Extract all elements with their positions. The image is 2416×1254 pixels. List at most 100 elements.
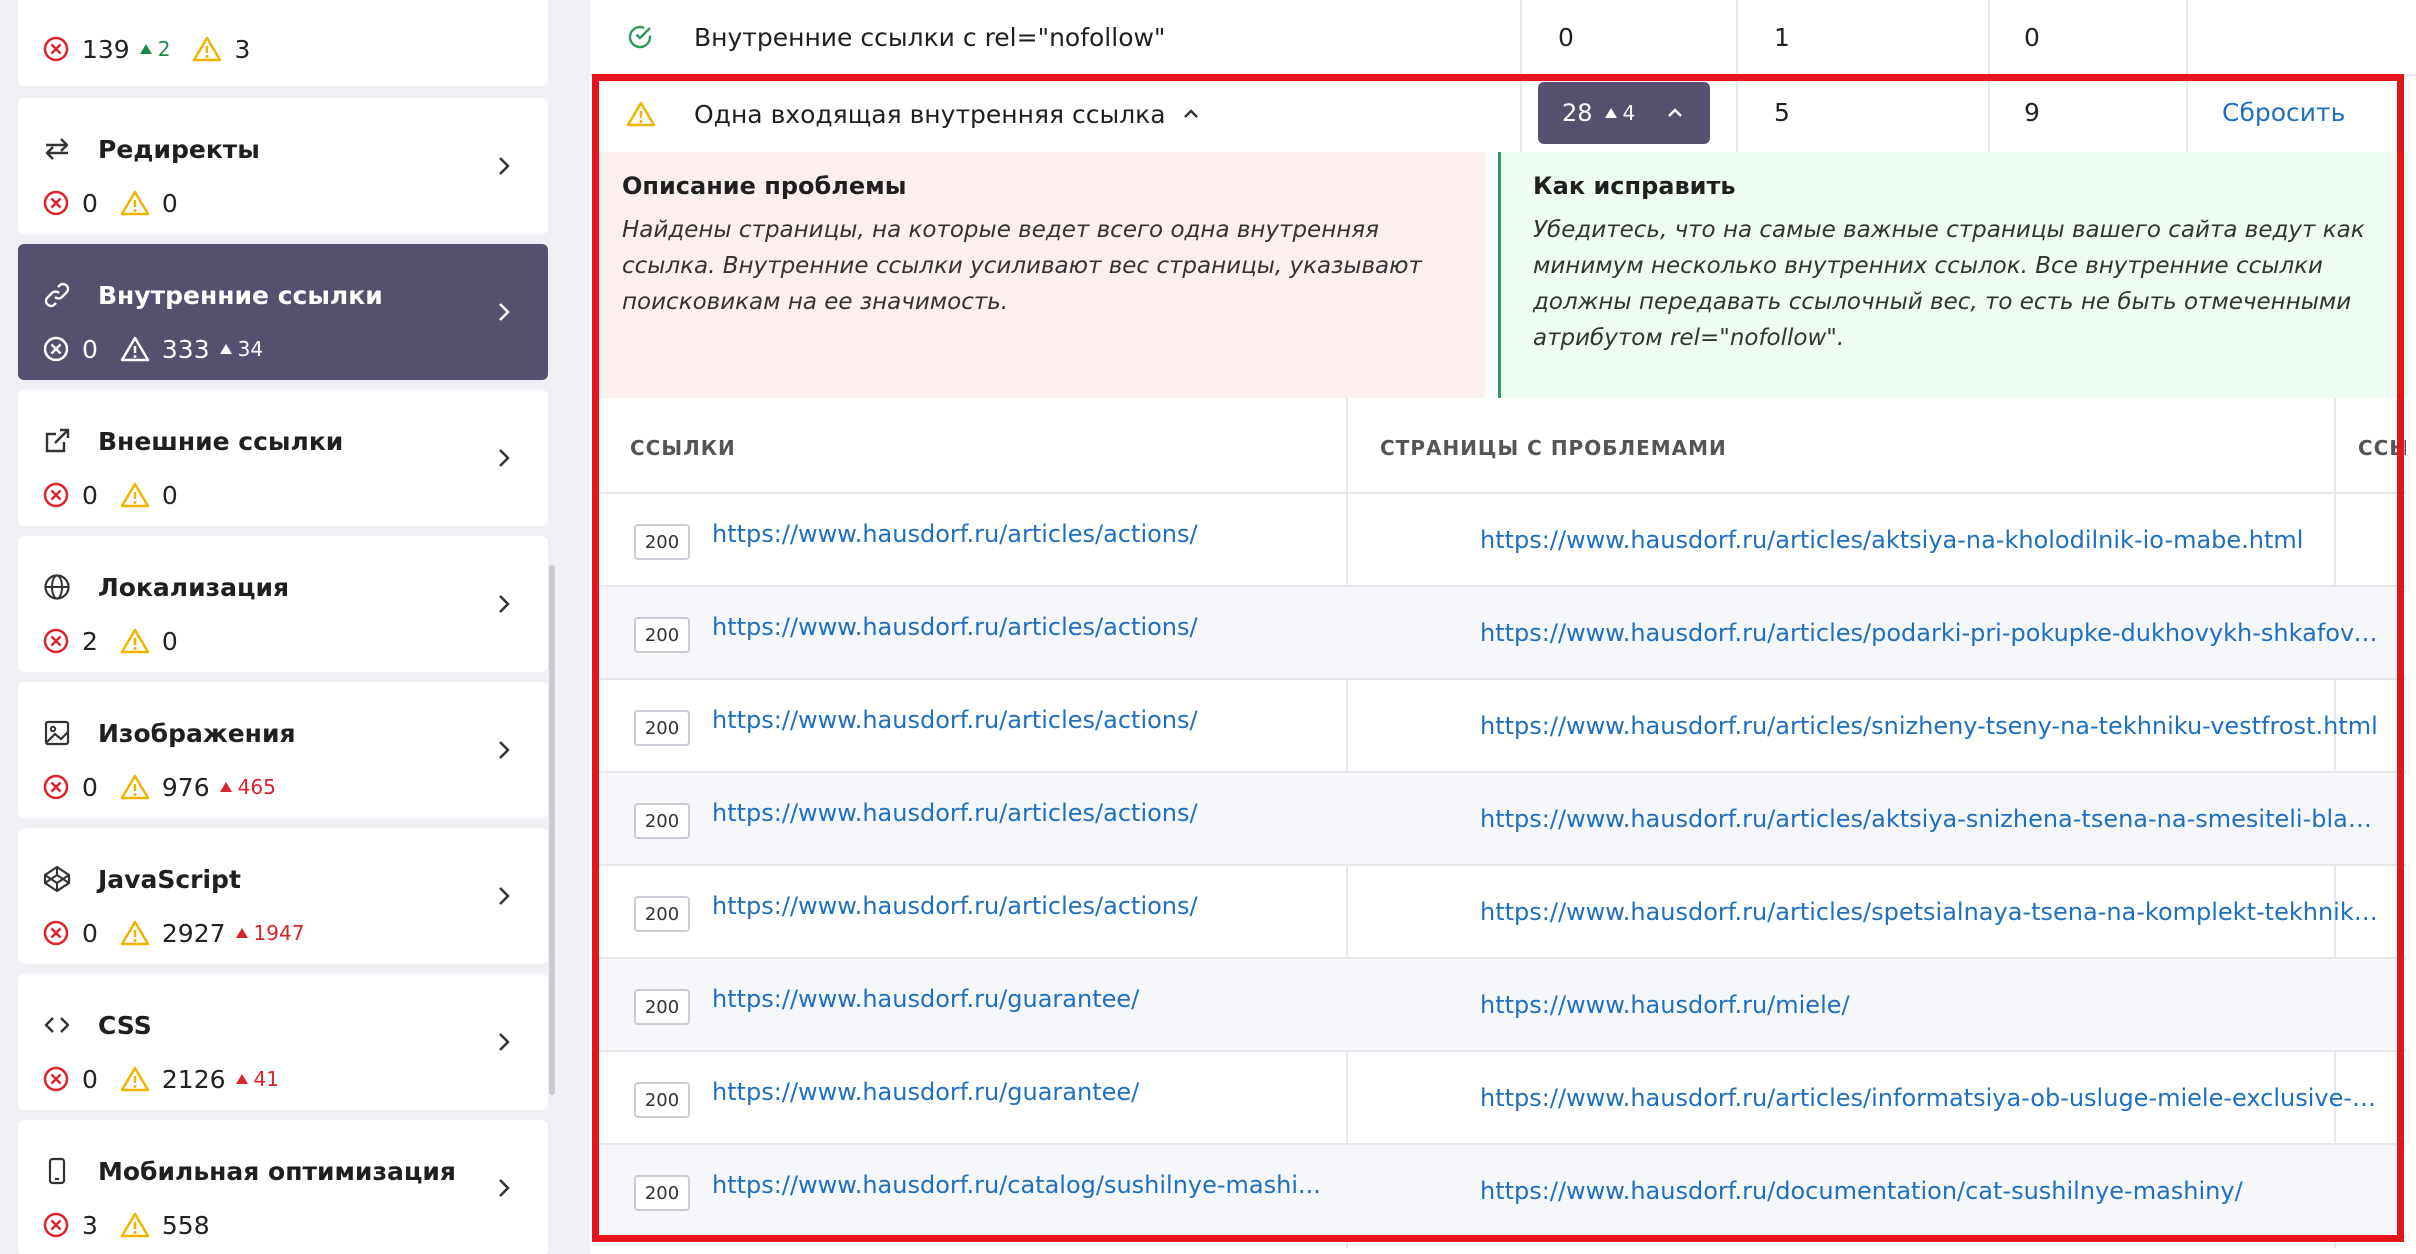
source-link[interactable]: https://www.hausdorf.ru/guarantee/	[712, 1078, 1139, 1106]
issue-count: 1	[1774, 22, 1790, 52]
error-stat: 0	[42, 919, 98, 948]
error-icon	[43, 190, 69, 216]
error-icon	[43, 1212, 69, 1238]
status-code-badge: 200	[634, 524, 690, 560]
column-header-partial[interactable]: ССЫ	[2358, 436, 2406, 460]
error-stat: 0	[42, 1065, 98, 1094]
error-stat: 0	[42, 481, 98, 510]
sidebar-item-label: Изображения	[98, 718, 296, 748]
error-count: 2	[82, 626, 98, 656]
problem-description: Описание проблемы Найдены страницы, на к…	[594, 152, 1485, 398]
warning-delta: 34	[220, 337, 263, 361]
status-code-badge: 200	[634, 617, 690, 653]
issue-count: 0	[1558, 22, 1574, 52]
warning-stat: 558	[120, 1211, 210, 1240]
reset-link[interactable]: Сбросить	[2222, 98, 2345, 127]
sidebar-item-javascript[interactable]: JavaScript 0 2927 1947	[18, 828, 548, 964]
table-row: 200 https://www.hausdorf.ru/catalog/sush…	[594, 1145, 2406, 1238]
chevron-right-icon	[499, 449, 510, 467]
main-panel: Внутренние ссылки с rel="nofollow" 0 1 0…	[590, 0, 2416, 1254]
sidebar-scrollbar[interactable]	[549, 565, 555, 1095]
warning-count: 976	[161, 772, 210, 802]
chevron-right-icon	[499, 595, 510, 613]
status-code-badge: 200	[634, 989, 690, 1025]
error-icon	[43, 482, 69, 508]
warning-count: 0	[161, 626, 178, 656]
source-link[interactable]: https://www.hausdorf.ru/guarantee/	[712, 985, 1139, 1013]
error-count: 0	[82, 188, 98, 218]
warning-stat: 2126 41	[120, 1065, 279, 1094]
chevron-up-icon	[1668, 108, 1682, 117]
warning-delta: 1947	[236, 921, 305, 945]
issue-count-toggle[interactable]: 28 4	[1538, 82, 1710, 144]
chevron-right-icon	[499, 303, 510, 321]
warning-count: 333	[161, 334, 210, 364]
status-code-badge: 200	[634, 896, 690, 932]
sidebar-item-label: Внутренние ссылки	[98, 280, 383, 310]
error-icon	[43, 774, 69, 800]
problem-page-link[interactable]: https://www.hausdorf.ru/articles/aktsiya…	[1480, 805, 2380, 833]
source-link[interactable]: https://www.hausdorf.ru/articles/actions…	[712, 613, 1198, 641]
source-link[interactable]: https://www.hausdorf.ru/articles/actions…	[712, 520, 1198, 548]
chevron-right-icon	[499, 1179, 510, 1197]
warning-icon	[120, 482, 150, 508]
sidebar-item-internal-links[interactable]: Внутренние ссылки 0 333 34	[18, 244, 548, 380]
sidebar-item-mobile[interactable]: Мобильная оптимизация 3 558	[18, 1120, 548, 1254]
problem-page-link[interactable]: https://www.hausdorf.ru/articles/podarki…	[1480, 619, 2380, 647]
column-header-links[interactable]: ССЫЛКИ	[630, 436, 736, 460]
table-row: 200 https://www.hausdorf.ru/articles/act…	[594, 494, 2406, 587]
links-table: ССЫЛКИ СТРАНИЦЫ С ПРОБЛЕМАМИ ССЫ 200 htt…	[594, 398, 2406, 1248]
warning-icon	[120, 920, 150, 946]
problem-page-link[interactable]: https://www.hausdorf.ru/articles/spetsia…	[1480, 898, 2380, 926]
sidebar-item-localization[interactable]: Локализация 2 0	[18, 536, 548, 672]
chevron-up-icon	[1183, 109, 1198, 118]
error-count: 139	[82, 34, 130, 64]
sidebar: 139 2 3 Редиректы 0 0 Внутренние ссылки …	[18, 0, 548, 1254]
image-icon	[42, 718, 72, 748]
source-link[interactable]: https://www.hausdorf.ru/articles/actions…	[712, 706, 1198, 734]
status-code-badge: 200	[634, 1175, 690, 1211]
source-link[interactable]: https://www.hausdorf.ru/articles/actions…	[712, 799, 1198, 827]
sidebar-item-partial[interactable]: 139 2 3	[18, 0, 548, 86]
error-stat: 0	[42, 335, 98, 364]
problem-page-link[interactable]: https://www.hausdorf.ru/articles/informa…	[1480, 1084, 2380, 1112]
chevron-right-icon	[499, 157, 510, 175]
problem-page-link[interactable]: https://www.hausdorf.ru/articles/snizhen…	[1480, 712, 2378, 740]
error-icon	[43, 628, 69, 654]
warning-count: 2927	[161, 918, 226, 948]
error-count: 0	[82, 334, 98, 364]
source-link[interactable]: https://www.hausdorf.ru/catalog/sushilny…	[712, 1171, 1321, 1199]
warning-icon	[120, 1212, 150, 1238]
table-header: ССЫЛКИ СТРАНИЦЫ С ПРОБЛЕМАМИ ССЫ	[594, 398, 2406, 494]
sidebar-item-css[interactable]: CSS 0 2126 41	[18, 974, 548, 1110]
fix-text: Убедитесь, что на самые важные страницы …	[1533, 217, 2365, 351]
issue-label[interactable]: Одна входящая внутренняя ссылка	[694, 100, 1202, 129]
issue-count: 28	[1562, 99, 1593, 127]
table-row: 200 https://www.hausdorf.ru/articles/act…	[594, 680, 2406, 773]
issue-count: 9	[2024, 98, 2040, 127]
problem-text: Найдены страницы, на которые ведет всего…	[622, 217, 1422, 315]
sidebar-item-redirects[interactable]: Редиректы 0 0	[18, 98, 548, 234]
sidebar-item-images[interactable]: Изображения 0 976 465	[18, 682, 548, 818]
issue-row-single-link[interactable]: Одна входящая внутренняя ссылка 28 4 5 9…	[590, 76, 2416, 152]
problem-page-link[interactable]: https://www.hausdorf.ru/articles/aktsiya…	[1480, 526, 2303, 554]
error-icon	[43, 1066, 69, 1092]
column-header-pages[interactable]: СТРАНИЦЫ С ПРОБЛЕМАМИ	[1380, 436, 1727, 460]
external-link-icon	[42, 426, 72, 456]
warning-icon	[626, 101, 656, 127]
problem-page-link[interactable]: https://www.hausdorf.ru/documentation/ca…	[1480, 1177, 2243, 1205]
fix-title: Как исправить	[1533, 172, 1736, 200]
problem-page-link[interactable]: https://www.hausdorf.ru/miele/	[1480, 991, 1850, 1019]
source-link[interactable]: https://www.hausdorf.ru/articles/actions…	[712, 892, 1198, 920]
issue-row-nofollow[interactable]: Внутренние ссылки с rel="nofollow" 0 1 0	[590, 0, 2416, 76]
issue-name-cell: Внутренние ссылки с rel="nofollow"	[590, 0, 1520, 74]
chevron-right-icon	[499, 887, 510, 905]
issue-count: 5	[1774, 98, 1790, 127]
sidebar-item-label: Локализация	[98, 572, 290, 602]
status-code-badge: 200	[634, 710, 690, 746]
codepen-icon	[42, 864, 72, 894]
chevron-right-icon	[499, 741, 510, 759]
sidebar-item-label: Внешние ссылки	[98, 426, 344, 456]
warning-count: 558	[161, 1210, 210, 1240]
sidebar-item-external-links[interactable]: Внешние ссылки 0 0	[18, 390, 548, 526]
